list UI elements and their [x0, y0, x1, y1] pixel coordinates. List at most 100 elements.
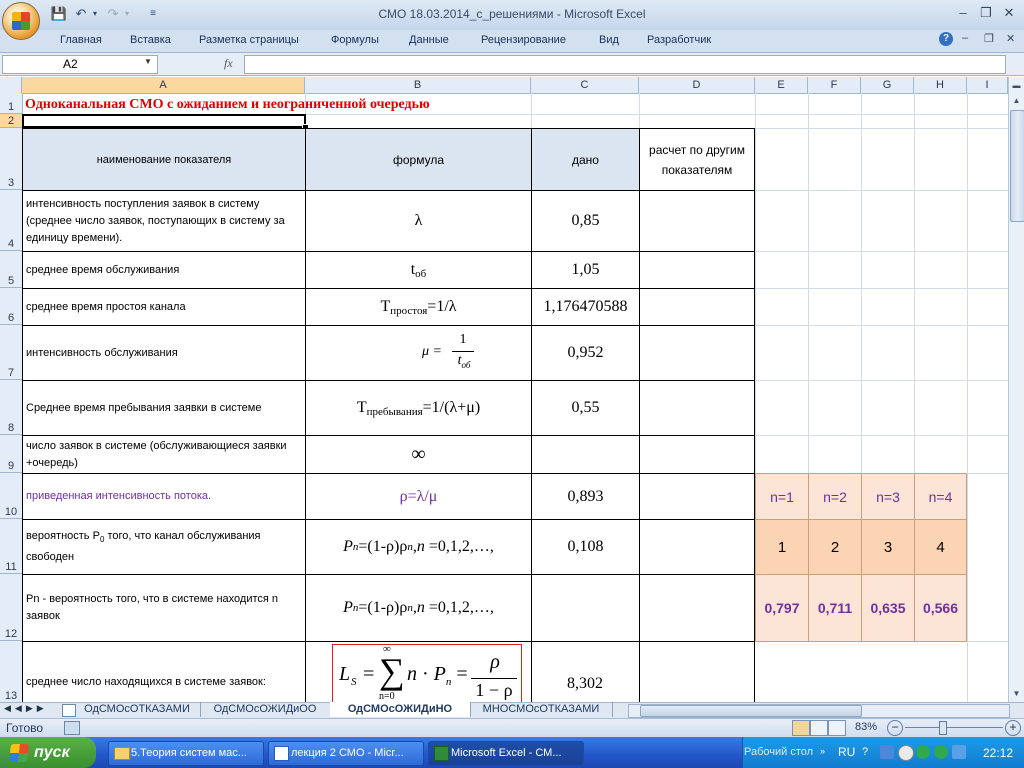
n-value-3[interactable]: 3 — [861, 519, 915, 575]
help-icon[interactable]: ? — [939, 32, 953, 46]
column-header-c[interactable]: C — [531, 77, 639, 93]
name-box-dropdown-icon[interactable]: ▼ — [144, 57, 152, 66]
row9-formula[interactable]: ∞ — [305, 435, 532, 474]
scroll-up-icon[interactable]: ▲ — [1009, 94, 1024, 108]
row12-value[interactable] — [531, 574, 640, 642]
row8-value[interactable]: 0,55 — [531, 380, 640, 436]
column-header-h[interactable]: H — [914, 77, 967, 93]
n-value-4[interactable]: 4 — [914, 519, 967, 575]
p-value-1[interactable]: 0,797 — [755, 574, 809, 642]
close-icon[interactable]: ✕ — [998, 4, 1020, 22]
row8-name[interactable]: Среднее время пребывания заявки в систем… — [22, 380, 306, 436]
row12-formula[interactable]: Pn =(1-ρ)ρ n, n =0,1,2,…, — [305, 574, 532, 642]
row11-formula[interactable]: Pn =(1-ρ)ρ n, n =0,1,2,…, — [305, 519, 532, 575]
column-header-f[interactable]: F — [808, 77, 861, 93]
row-header-10[interactable]: 10 — [0, 473, 22, 519]
row11-value[interactable]: 0,108 — [531, 519, 640, 575]
horizontal-scroll-thumb[interactable] — [640, 705, 862, 717]
column-header-i[interactable]: I — [967, 77, 1008, 93]
header-formula[interactable]: формула — [305, 128, 532, 191]
tab-developer[interactable]: Разработчик — [647, 34, 711, 46]
row4-value[interactable]: 0,85 — [531, 190, 640, 252]
sheet-tab-4[interactable]: МНОСМОсОТКАЗАМИ — [470, 702, 613, 717]
row5-formula[interactable]: t об — [305, 251, 532, 289]
row-header-4[interactable]: 4 — [0, 190, 22, 251]
scroll-thumb[interactable] — [1010, 110, 1024, 222]
row5-calc[interactable] — [639, 251, 755, 289]
row4-name[interactable]: интенсивность поступления заявок в систе… — [22, 190, 306, 252]
row13-calc[interactable] — [639, 641, 755, 702]
minimize-icon[interactable]: – — [952, 4, 974, 22]
normal-view-icon[interactable] — [792, 720, 810, 736]
column-header-d[interactable]: D — [639, 77, 755, 93]
row-header-9[interactable]: 9 — [0, 435, 22, 473]
row10-calc[interactable] — [639, 473, 755, 520]
page-layout-view-icon[interactable] — [810, 720, 828, 736]
zoom-out-icon[interactable]: − — [887, 720, 903, 736]
task-word[interactable]: лекция 2 СМО - Micr... — [268, 741, 424, 766]
tray-monitor-icon[interactable] — [952, 745, 966, 759]
row10-formula[interactable]: ρ=λ/μ — [305, 473, 532, 520]
sheet-tab-3[interactable]: ОдСМОсОЖИДиНО — [330, 702, 471, 717]
column-header-e[interactable]: E — [755, 77, 808, 93]
desktop-toolbar-label[interactable]: Рабочий стол — [744, 746, 813, 758]
select-all-button[interactable] — [0, 77, 22, 93]
p-value-2[interactable]: 0,711 — [808, 574, 862, 642]
task-teoria[interactable]: 5.Теория систем мас... — [108, 741, 264, 766]
row-header-3[interactable]: 3 — [0, 128, 22, 190]
row7-formula[interactable]: μ = 1 tоб — [305, 325, 532, 381]
row-header-12[interactable]: 12 — [0, 574, 22, 641]
row7-value[interactable]: 0,952 — [531, 325, 640, 381]
row9-name[interactable]: число заявок в системе (обслуживающиеся … — [22, 435, 306, 474]
header-calc[interactable]: расчет по другим показателям — [639, 128, 755, 191]
task-excel[interactable]: Microsoft Excel - СМ... — [428, 741, 584, 766]
office-button[interactable] — [2, 2, 40, 40]
tab-data[interactable]: Данные — [409, 34, 449, 46]
insert-function-icon[interactable]: fx — [224, 56, 233, 71]
tab-insert[interactable]: Вставка — [130, 34, 171, 46]
row10-value[interactable]: 0,893 — [531, 473, 640, 520]
zoom-in-icon[interactable]: + — [1005, 720, 1021, 736]
row6-formula[interactable]: Tпростоя =1/λ — [305, 288, 532, 326]
page-break-view-icon[interactable] — [828, 720, 846, 736]
row-header-6[interactable]: 6 — [0, 288, 22, 325]
row11-name[interactable]: вероятность P0 того, что канал обслужива… — [22, 519, 306, 575]
scroll-down-icon[interactable]: ▼ — [1009, 687, 1024, 701]
row4-formula[interactable]: λ — [305, 190, 532, 252]
n-label-2[interactable]: n=2 — [808, 473, 862, 520]
row6-value[interactable]: 1,176470588 — [531, 288, 640, 326]
row4-calc[interactable] — [639, 190, 755, 252]
p-value-4[interactable]: 0,566 — [914, 574, 967, 642]
row9-calc[interactable] — [639, 435, 755, 474]
row-header-13[interactable]: 13 — [0, 641, 22, 702]
network-icon[interactable] — [880, 745, 894, 759]
column-header-a[interactable]: A — [22, 77, 305, 93]
row12-name[interactable]: Pn - вероятность того, что в системе нах… — [22, 574, 306, 642]
row6-calc[interactable] — [639, 288, 755, 326]
row-header-5[interactable]: 5 — [0, 251, 22, 288]
tab-home[interactable]: Главная — [60, 34, 102, 46]
selected-cell-a2[interactable] — [22, 114, 306, 128]
ribbon-minimize-icon[interactable]: – — [962, 32, 968, 44]
p-value-3[interactable]: 0,635 — [861, 574, 915, 642]
tab-page-layout[interactable]: Разметка страницы — [199, 34, 299, 46]
row13-value[interactable]: 8,302 — [531, 641, 640, 702]
header-name[interactable]: наименование показателя — [22, 128, 306, 191]
sheet-tab-2[interactable]: ОдСМОсОЖИДиОО — [200, 702, 331, 717]
row5-value[interactable]: 1,05 — [531, 251, 640, 289]
row8-formula[interactable]: Tпребывания =1/(λ+μ) — [305, 380, 532, 436]
macro-record-icon[interactable] — [64, 721, 80, 735]
row13-name-cell[interactable]: среднее число находящихся в системе заяв… — [22, 641, 306, 702]
formula-input[interactable] — [244, 55, 1006, 74]
row7-name[interactable]: интенсивность обслуживания — [22, 325, 306, 381]
row-header-8[interactable]: 8 — [0, 380, 22, 435]
column-header-b[interactable]: B — [305, 77, 531, 93]
row6-name[interactable]: среднее время простоя канала — [22, 288, 306, 326]
sound-icon[interactable] — [898, 745, 914, 761]
header-given[interactable]: дано — [531, 128, 640, 191]
toolbar-expand-icon[interactable]: » — [820, 746, 825, 756]
row-header-11[interactable]: 11 — [0, 519, 22, 574]
row9-value[interactable] — [531, 435, 640, 474]
n-label-4[interactable]: n=4 — [914, 473, 967, 520]
help-tray-icon[interactable]: ? — [862, 746, 868, 758]
